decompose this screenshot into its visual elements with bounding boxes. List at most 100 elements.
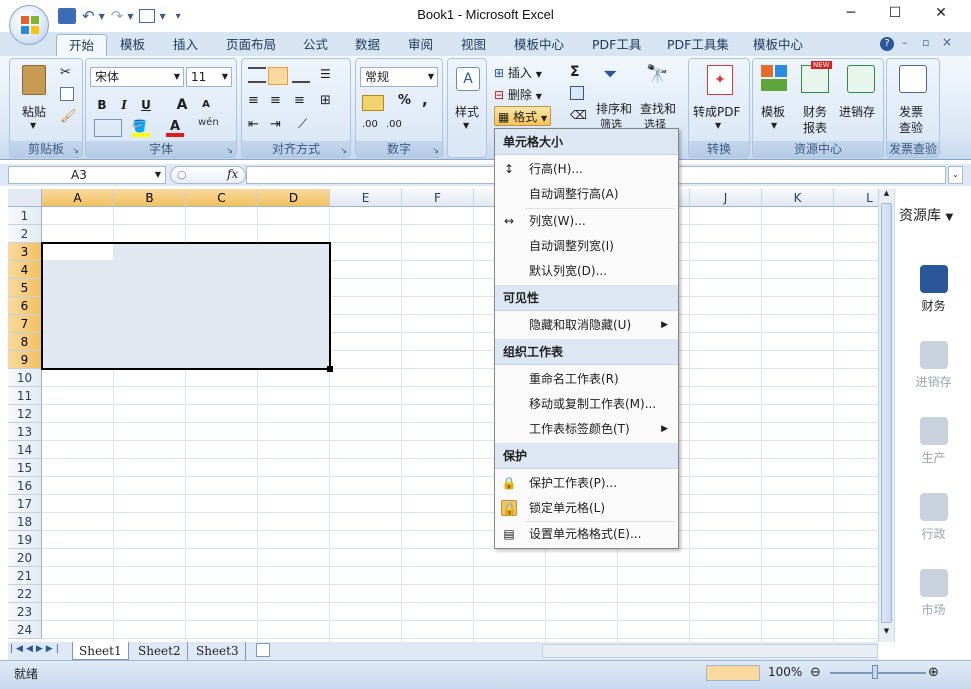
borders-icon[interactable]: [94, 119, 122, 137]
finance-report-icon[interactable]: [801, 65, 829, 93]
side-item-inventory[interactable]: 进销存: [895, 341, 971, 390]
insert-sheet-icon[interactable]: [256, 643, 270, 657]
decrease-indent-icon[interactable]: ⇤: [248, 117, 259, 132]
format-cells-button[interactable]: ▦ 格式 ▼: [494, 106, 552, 126]
invoice-check-icon[interactable]: [899, 65, 927, 93]
clear-icon[interactable]: ⌫: [570, 108, 587, 122]
row-header-15[interactable]: 15: [8, 459, 42, 477]
column-header-f[interactable]: F: [402, 189, 474, 207]
increase-indent-icon[interactable]: ⇥: [270, 117, 281, 132]
cut-icon[interactable]: ✂: [60, 65, 71, 80]
sort-filter-icon[interactable]: ⏷: [603, 64, 629, 92]
percent-button[interactable]: %: [398, 93, 411, 108]
find-select-icon[interactable]: 🔭: [646, 64, 674, 92]
finance-report-label[interactable]: 财务: [803, 103, 827, 120]
tab-home[interactable]: 开始: [56, 34, 108, 56]
tab-template-center-2[interactable]: 模板中心: [741, 34, 815, 56]
row-header-18[interactable]: 18: [8, 513, 42, 531]
row-header-21[interactable]: 21: [8, 567, 42, 585]
invoice-check-label[interactable]: 发票: [899, 103, 923, 120]
tab-template[interactable]: 模板: [108, 34, 157, 56]
number-format-combo[interactable]: 常规 ▼: [360, 67, 438, 87]
ribbon-restore-icon[interactable]: ▫: [922, 36, 929, 49]
vertical-scrollbar[interactable]: ▲ ▼: [878, 189, 894, 642]
side-item-production[interactable]: 生产: [895, 417, 971, 466]
expand-formula-bar-icon[interactable]: ⌄: [948, 166, 963, 184]
column-header-e[interactable]: E: [330, 189, 402, 207]
cancel-formula-icon[interactable]: ○: [177, 168, 187, 181]
column-header-j[interactable]: J: [690, 189, 762, 207]
row-header-5[interactable]: 5: [8, 279, 42, 297]
font-launcher-icon[interactable]: ↘: [226, 146, 233, 155]
increase-decimal-button[interactable]: .00: [362, 119, 378, 130]
styles-icon[interactable]: A: [456, 67, 480, 91]
tab-pdf-tools[interactable]: PDF工具: [580, 34, 653, 56]
shrink-font-button[interactable]: A: [196, 95, 216, 113]
paste-icon[interactable]: [22, 65, 46, 95]
insert-function-button[interactable]: fx: [227, 167, 238, 181]
styles-dropdown-icon[interactable]: ▼: [463, 121, 469, 130]
number-launcher-icon[interactable]: ↘: [432, 146, 439, 155]
office-button[interactable]: [9, 5, 49, 45]
align-center-icon[interactable]: ≡: [270, 93, 281, 108]
pdf-icon[interactable]: ✦: [707, 65, 733, 95]
comma-button[interactable]: ,: [422, 91, 428, 109]
decrease-decimal-button[interactable]: .00: [386, 119, 402, 130]
bold-button[interactable]: B: [92, 95, 112, 113]
text-orientation-icon[interactable]: ⟋: [298, 117, 307, 132]
column-header-d[interactable]: D: [258, 189, 330, 207]
row-header-6[interactable]: 6: [8, 297, 42, 315]
fill-handle[interactable]: [327, 366, 333, 372]
sort-filter-label[interactable]: 排序和: [596, 100, 632, 117]
menu-item-format-cells[interactable]: ▤ 设置单元格格式(E)...: [495, 522, 678, 546]
row-header-4[interactable]: 4: [8, 261, 42, 279]
row-header-11[interactable]: 11: [8, 387, 42, 405]
sheet-tab-1[interactable]: Sheet1: [72, 642, 129, 660]
menu-item-row-height[interactable]: ↕ 行高(H)...: [495, 157, 678, 181]
grow-font-button[interactable]: A: [172, 95, 192, 113]
row-header-2[interactable]: 2: [8, 225, 42, 243]
tab-data[interactable]: 数据: [343, 34, 392, 56]
column-header-a[interactable]: A: [42, 189, 114, 207]
merge-center-icon[interactable]: ⊞: [320, 93, 331, 108]
styles-button[interactable]: 样式: [448, 103, 486, 120]
align-top-icon[interactable]: [248, 67, 266, 83]
scroll-up-icon[interactable]: ▲: [880, 189, 893, 201]
font-color-icon[interactable]: A: [166, 119, 184, 137]
find-select-label[interactable]: 查找和: [640, 100, 676, 117]
side-item-market[interactable]: 市场: [895, 569, 971, 618]
row-header-10[interactable]: 10: [8, 369, 42, 387]
row-header-13[interactable]: 13: [8, 423, 42, 441]
row-header-14[interactable]: 14: [8, 441, 42, 459]
help-icon[interactable]: ?: [880, 37, 894, 51]
close-button[interactable]: ✕: [928, 5, 954, 25]
sheet-tab-2[interactable]: Sheet2: [132, 642, 188, 660]
autosum-button[interactable]: Σ: [570, 64, 580, 80]
row-header-1[interactable]: 1: [8, 207, 42, 225]
menu-item-rename-sheet[interactable]: 重命名工作表(R): [495, 367, 678, 391]
column-header-b[interactable]: B: [114, 189, 186, 207]
menu-item-hide-unhide[interactable]: 隐藏和取消隐藏(U) ▶: [495, 313, 678, 337]
insert-cells-button[interactable]: ⊞ 插入 ▼: [494, 64, 542, 81]
delete-cells-button[interactable]: ⊟ 删除 ▼: [494, 86, 542, 103]
copy-icon[interactable]: [60, 87, 74, 101]
template-icon[interactable]: [761, 65, 787, 93]
font-name-combo[interactable]: 宋体 ▼: [90, 67, 184, 87]
finance-report-label-2[interactable]: 报表: [803, 119, 827, 136]
column-header-l[interactable]: L: [834, 189, 878, 207]
tab-review[interactable]: 审阅: [396, 34, 445, 56]
text-wrap-icon[interactable]: ☰: [320, 67, 338, 83]
menu-item-autofit-row[interactable]: 自动调整行高(A): [495, 182, 678, 206]
tab-formulas[interactable]: 公式: [291, 34, 340, 56]
side-item-admin[interactable]: 行政: [895, 493, 971, 542]
row-header-7[interactable]: 7: [8, 315, 42, 333]
fill-color-icon[interactable]: 🪣: [132, 119, 150, 137]
menu-item-column-width[interactable]: ↔ 列宽(W)...: [495, 209, 678, 233]
row-header-3[interactable]: 3: [8, 243, 42, 261]
row-header-17[interactable]: 17: [8, 495, 42, 513]
row-header-22[interactable]: 22: [8, 585, 42, 603]
template-dropdown-icon[interactable]: ▼: [771, 121, 777, 130]
row-header-20[interactable]: 20: [8, 549, 42, 567]
align-middle-icon[interactable]: [268, 67, 288, 85]
italic-button[interactable]: I: [114, 95, 134, 113]
